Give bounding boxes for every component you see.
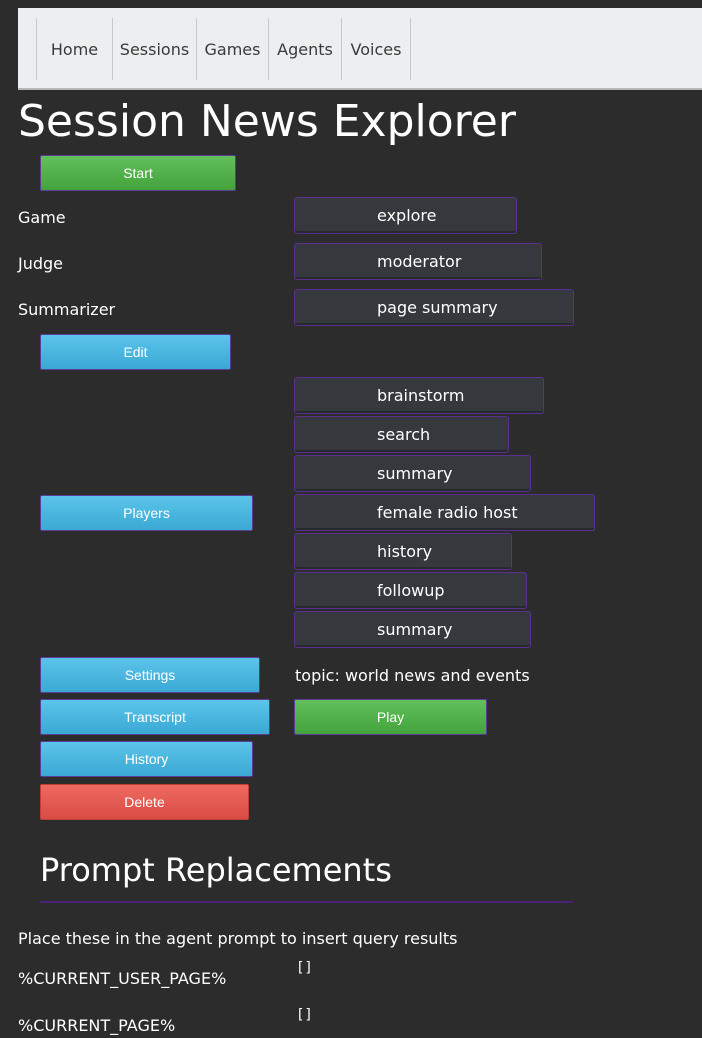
replacement-value: [] xyxy=(296,960,313,976)
nav-sessions[interactable]: Sessions xyxy=(113,18,197,80)
judge-select[interactable]: moderator xyxy=(294,243,542,280)
settings-text: topic: world news and events xyxy=(295,666,530,685)
page: Home Sessions Games Agents Voices Sessio… xyxy=(0,0,702,1038)
nav-agents[interactable]: Agents xyxy=(269,18,342,80)
nav-voices[interactable]: Voices xyxy=(342,18,411,80)
replacement-value: [] xyxy=(296,1007,313,1023)
player-item[interactable]: brainstorm xyxy=(294,377,544,414)
player-item[interactable]: history xyxy=(294,533,512,570)
summarizer-label: Summarizer xyxy=(18,300,116,319)
summarizer-select[interactable]: page summary xyxy=(294,289,574,326)
player-item[interactable]: summary xyxy=(294,611,531,648)
edit-button[interactable]: Edit xyxy=(40,334,231,370)
play-button[interactable]: Play xyxy=(294,699,487,735)
players-button[interactable]: Players xyxy=(40,495,253,531)
nav-games[interactable]: Games xyxy=(197,18,269,80)
game-select[interactable]: explore xyxy=(294,197,517,234)
settings-button[interactable]: Settings xyxy=(40,657,260,693)
replacement-key: %CURRENT_PAGE% xyxy=(18,1016,176,1035)
section-divider xyxy=(40,901,573,903)
player-item[interactable]: female radio host xyxy=(294,494,595,531)
delete-button[interactable]: Delete xyxy=(40,784,249,820)
nav-home[interactable]: Home xyxy=(36,18,113,80)
prompt-replacements-description: Place these in the agent prompt to inser… xyxy=(18,929,458,948)
player-item[interactable]: search xyxy=(294,416,509,453)
replacement-key: %CURRENT_USER_PAGE% xyxy=(18,969,227,988)
game-label: Game xyxy=(18,208,66,227)
player-item[interactable]: followup xyxy=(294,572,527,609)
history-button[interactable]: History xyxy=(40,741,253,777)
start-button[interactable]: Start xyxy=(40,155,236,191)
top-nav: Home Sessions Games Agents Voices xyxy=(18,8,702,90)
judge-label: Judge xyxy=(18,254,64,273)
player-item[interactable]: summary xyxy=(294,455,531,492)
transcript-button[interactable]: Transcript xyxy=(40,699,270,735)
prompt-replacements-title: Prompt Replacements xyxy=(40,851,392,889)
page-title: Session News Explorer xyxy=(18,96,516,147)
